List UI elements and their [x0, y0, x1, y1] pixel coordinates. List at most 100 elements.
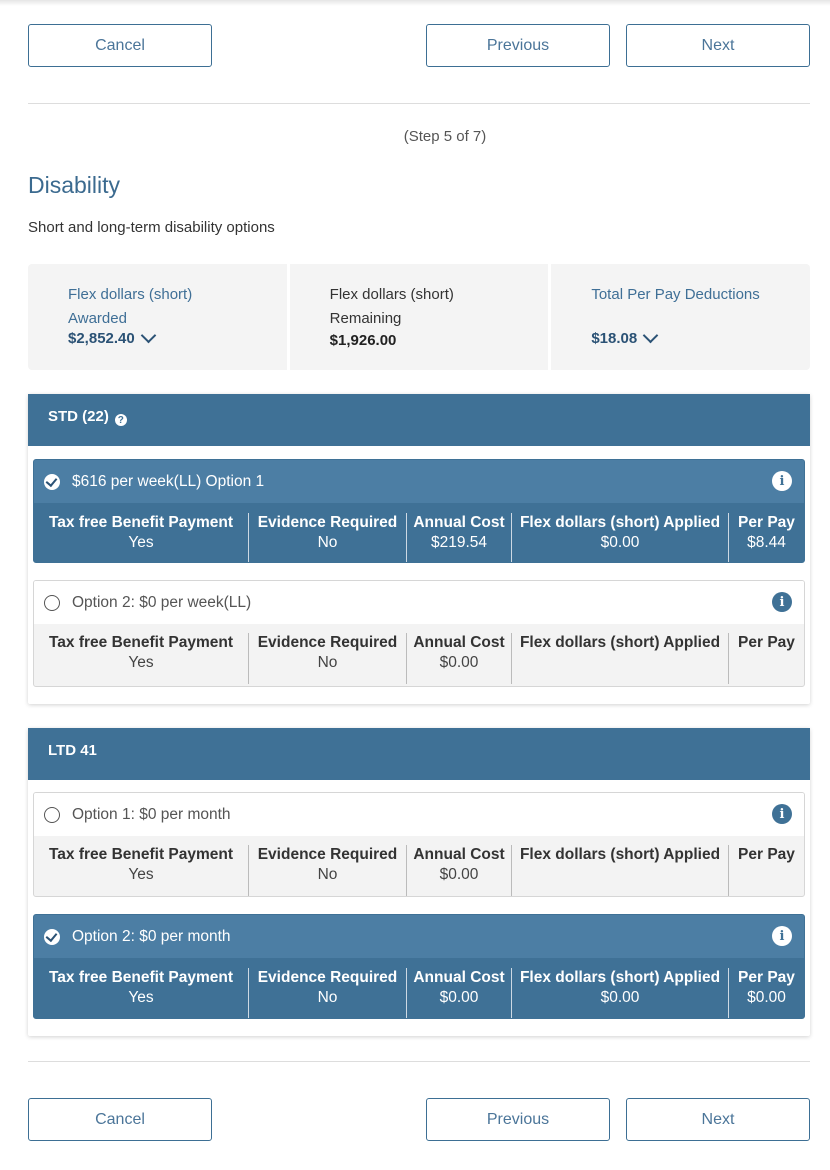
checkmark-icon[interactable] — [44, 928, 60, 945]
remaining-value: $1,926.00 — [330, 332, 397, 349]
divider-bottom — [28, 1061, 810, 1062]
ltd-option-1[interactable]: Option 1: $0 per month i Tax free Benefi… — [33, 792, 805, 897]
cell-value: No — [317, 534, 338, 551]
column-header: Flex dollars (short) Applied — [519, 846, 721, 863]
remaining-label: Flex dollars (short) Remaining — [330, 283, 454, 331]
column-header: Flex dollars (short) Applied — [519, 514, 721, 531]
std-option-1-header[interactable]: $616 per week(LL) Option 1 i — [34, 460, 804, 503]
tax-free-cell: Tax free Benefit Payment Yes — [34, 633, 248, 684]
column-header: Tax free Benefit Payment — [48, 514, 234, 531]
cell-value: $0.00 — [439, 654, 479, 671]
column-header: Annual Cost — [413, 969, 505, 986]
tax-free-cell: Tax free Benefit Payment Yes — [34, 845, 248, 896]
deductions-summary: Total Per Pay Deductions $18.08 — [548, 264, 810, 370]
previous-button-top[interactable]: Previous — [426, 24, 610, 67]
next-button-top[interactable]: Next — [626, 24, 810, 67]
ltd-option-2-label: Option 2: $0 per month — [72, 927, 231, 945]
previous-button-bottom[interactable]: Previous — [426, 1098, 610, 1141]
column-header: Flex dollars (short) Applied — [519, 634, 721, 651]
column-header: Evidence Required — [257, 846, 398, 863]
cell-value: $219.54 — [430, 534, 488, 551]
ltd-option-2[interactable]: Option 2: $0 per month i Tax free Benefi… — [33, 914, 805, 1019]
column-header: Tax free Benefit Payment — [48, 846, 234, 863]
cell-value: Yes — [128, 866, 154, 883]
std-option-2-label: Option 2: $0 per week(LL) — [72, 593, 252, 611]
cell-value: Yes — [128, 989, 154, 1006]
step-indicator: (Step 5 of 7) — [403, 128, 487, 145]
awarded-summary: Flex dollars (short) Awarded $2,852.40 — [28, 264, 287, 370]
evidence-cell: Evidence Required No — [248, 845, 406, 896]
cancel-button-top[interactable]: Cancel — [28, 24, 212, 67]
ltd-option-2-details: Tax free Benefit Payment Yes Evidence Req… — [34, 958, 804, 1018]
annual-cost-cell: Annual Cost $0.00 — [406, 633, 511, 684]
cell-value: Yes — [128, 534, 154, 551]
column-header: Per Pay — [738, 969, 795, 986]
std-option-1-label: $616 per week(LL) Option 1 — [72, 472, 265, 490]
per-pay-cell: Per Pay — [728, 633, 804, 684]
annual-cost-cell: Annual Cost $0.00 — [406, 968, 511, 1018]
remaining-label-line1: Flex dollars (short) — [329, 286, 454, 303]
remaining-label-line2: Remaining — [329, 310, 402, 327]
deductions-value-toggle[interactable]: $18.08 — [591, 327, 659, 347]
column-header: Flex dollars (short) Applied — [519, 969, 721, 986]
awarded-label: Flex dollars (short) Awarded — [68, 283, 192, 331]
flex-applied-cell: Flex dollars (short) Applied — [511, 845, 728, 896]
tax-free-cell: Tax free Benefit Payment Yes — [34, 513, 248, 562]
cell-value: $0.00 — [600, 989, 640, 1006]
std-option-2-header[interactable]: Option 2: $0 per week(LL) i — [34, 581, 804, 624]
page-subtitle: Short and long-term disability options — [28, 219, 275, 236]
column-header: Evidence Required — [257, 514, 398, 531]
next-button-bottom[interactable]: Next — [626, 1098, 810, 1141]
top-shadow — [0, 0, 830, 6]
cell-value: No — [317, 989, 338, 1006]
info-icon[interactable]: i — [772, 804, 792, 824]
tax-free-cell: Tax free Benefit Payment Yes — [34, 968, 248, 1018]
ltd-option-1-label: Option 1: $0 per month — [72, 805, 231, 823]
evidence-cell: Evidence Required No — [248, 968, 406, 1018]
ltd-plan-header: LTD 41 — [28, 728, 810, 780]
std-option-1-details: Tax free Benefit Payment Yes Evidence Req… — [34, 503, 804, 562]
evidence-cell: Evidence Required No — [248, 513, 406, 562]
info-icon[interactable]: i — [772, 471, 792, 491]
deductions-value: $18.08 — [591, 330, 638, 347]
radio-button[interactable] — [44, 806, 60, 823]
flex-applied-cell: Flex dollars (short) Applied — [511, 633, 728, 684]
flex-applied-cell: Flex dollars (short) Applied $0.00 — [511, 513, 728, 562]
column-header: Annual Cost — [413, 514, 505, 531]
radio-button[interactable] — [44, 594, 60, 611]
std-option-1[interactable]: $616 per week(LL) Option 1 i Tax free Be… — [33, 459, 805, 563]
column-header: Annual Cost — [413, 846, 505, 863]
help-icon[interactable]: ? — [114, 414, 127, 426]
info-icon[interactable]: i — [772, 592, 792, 612]
ltd-option-2-header[interactable]: Option 2: $0 per month i — [34, 915, 804, 958]
deductions-label-line: Total Per Pay Deductions — [591, 286, 760, 303]
checkmark-icon[interactable] — [44, 473, 60, 490]
std-plan-header: STD (22) ? — [28, 394, 810, 446]
annual-cost-cell: Annual Cost $0.00 — [406, 845, 511, 896]
cell-value: $0.00 — [439, 989, 479, 1006]
cell-value: Yes — [128, 654, 154, 671]
annual-cost-cell: Annual Cost $219.54 — [406, 513, 511, 562]
flex-applied-cell: Flex dollars (short) Applied $0.00 — [511, 968, 728, 1018]
cell-value: $0.00 — [439, 866, 479, 883]
column-header: Per Pay — [738, 846, 795, 863]
column-header: Per Pay — [738, 514, 795, 531]
info-icon[interactable]: i — [772, 926, 792, 946]
per-pay-cell: Per Pay $8.44 — [728, 513, 804, 562]
ltd-option-1-details: Tax free Benefit Payment Yes Evidence Req… — [34, 836, 804, 896]
cell-value: No — [317, 866, 338, 883]
std-plan-group: STD (22) ? $616 per week(LL) Option 1 i … — [28, 394, 810, 704]
per-pay-cell: Per Pay — [728, 845, 804, 896]
chevron-down-icon — [642, 327, 659, 344]
cell-value: $0.00 — [747, 989, 786, 1006]
chevron-down-icon — [140, 327, 157, 344]
awarded-value-toggle[interactable]: $2,852.40 — [68, 327, 157, 347]
ltd-option-1-header[interactable]: Option 1: $0 per month i — [34, 793, 804, 836]
page-title: Disability — [28, 172, 121, 198]
cancel-button-bottom[interactable]: Cancel — [28, 1098, 212, 1141]
ltd-plan-group: LTD 41 Option 1: $0 per month i Tax free… — [28, 728, 810, 1036]
std-option-2[interactable]: Option 2: $0 per week(LL) i Tax free Ben… — [33, 580, 805, 687]
column-header: Tax free Benefit Payment — [48, 634, 234, 651]
remaining-summary: Flex dollars (short) Remaining $1,926.00 — [286, 264, 549, 370]
divider-top — [28, 103, 810, 104]
